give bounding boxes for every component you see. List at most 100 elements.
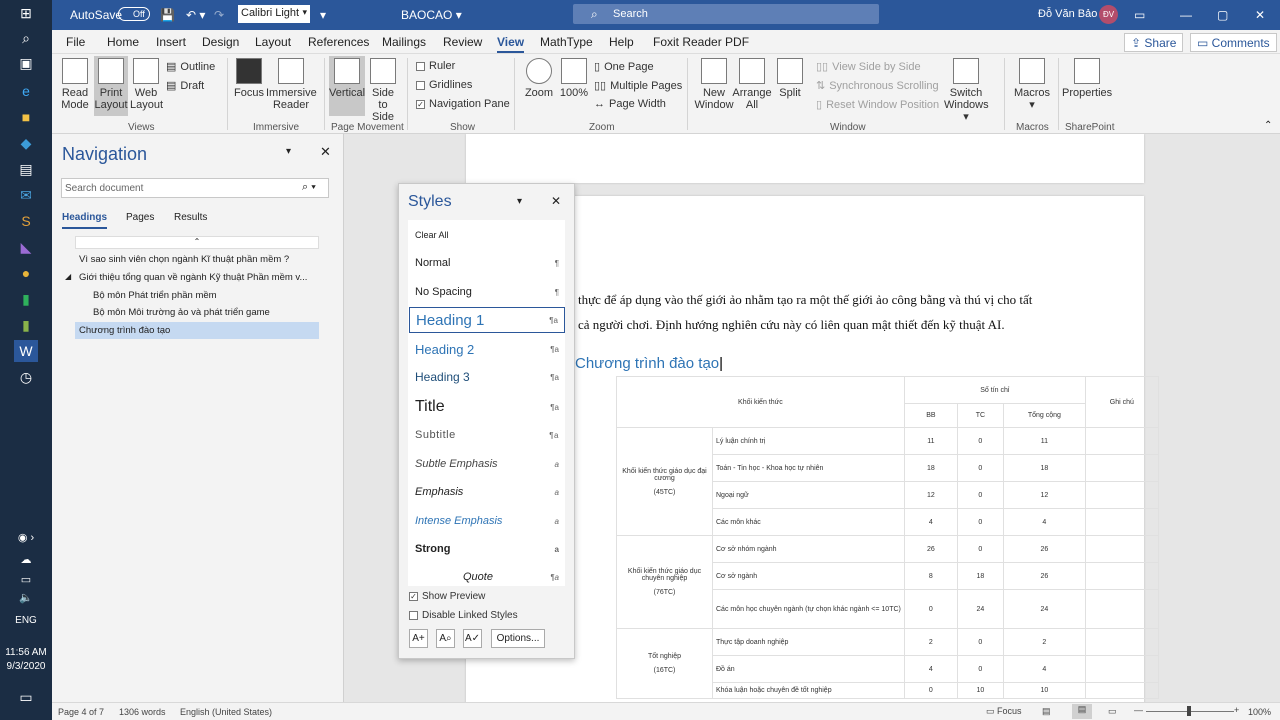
comments-button[interactable]: ▭ Comments — [1190, 33, 1277, 52]
zoom-slider-thumb[interactable] — [1187, 706, 1191, 716]
style-normal[interactable]: Normal ¶ — [409, 250, 565, 276]
outline-button[interactable]: ▤ Outline — [166, 60, 215, 74]
zoom-in-icon[interactable]: + — [1234, 705, 1239, 715]
draft-button[interactable]: ▤ Draft — [166, 79, 204, 93]
volume-icon[interactable]: 🔈 — [14, 586, 38, 608]
styles-options-icon[interactable]: ▾ — [517, 196, 522, 207]
options-button[interactable]: Options... — [491, 629, 545, 648]
nav-tab-pages[interactable]: Pages — [126, 212, 154, 223]
tab-review[interactable]: Review — [443, 35, 482, 49]
tab-insert[interactable]: Insert — [156, 35, 186, 49]
tab-mailings[interactable]: Mailings — [382, 35, 426, 49]
nav-tab-results[interactable]: Results — [174, 212, 207, 223]
list-item[interactable]: Bộ môn Phát triển phần mềm — [93, 290, 217, 301]
side-to-side-button[interactable]: Side to Side — [366, 58, 400, 123]
clock-app-icon[interactable]: ◷ — [14, 366, 38, 388]
show-preview-checkbox[interactable]: ✓ Show Preview — [409, 591, 485, 602]
ruler-checkbox[interactable]: Ruler — [416, 60, 455, 72]
print-layout-button[interactable]: Print Layout — [94, 56, 128, 116]
expand-icon[interactable]: ◢ — [65, 272, 71, 281]
style-emphasis[interactable]: Emphasis a — [409, 479, 565, 505]
zoom-100-button[interactable]: 100% — [558, 58, 590, 99]
store-icon[interactable]: ▤ — [14, 158, 38, 180]
page-width-button[interactable]: ↔ Page Width — [594, 98, 666, 110]
tab-foxit[interactable]: Foxit Reader PDF — [653, 35, 749, 49]
web-layout-icon[interactable]: ▭ — [1108, 706, 1117, 717]
list-item[interactable]: Bộ môn Môi trường ảo và phát triển game — [93, 307, 270, 318]
new-window-button[interactable]: New Window — [694, 58, 734, 111]
manage-styles-icon[interactable]: A✓ — [463, 629, 482, 648]
avatar[interactable]: ĐV — [1099, 5, 1118, 24]
vertical-button[interactable]: Vertical — [329, 56, 365, 116]
list-item[interactable]: Vì sao sinh viên chọn ngành Kĩ thuật phầ… — [79, 254, 289, 265]
style-clear-all[interactable]: Clear All — [409, 222, 565, 248]
search-box[interactable]: ⌕ Search — [573, 4, 879, 24]
list-item[interactable]: Chương trình đào tạo — [75, 322, 319, 339]
save-icon[interactable]: 💾 — [160, 8, 175, 22]
nav-collapse-bar[interactable]: ⌃ — [75, 236, 319, 249]
focus-button[interactable]: Focus — [234, 58, 264, 99]
tab-design[interactable]: Design — [202, 35, 239, 49]
undo-icon[interactable]: ↶ ▾ — [186, 8, 205, 22]
macros-button[interactable]: Macros ▾ — [1012, 58, 1052, 111]
clock-time[interactable]: 11:56 AM — [0, 646, 52, 659]
share-button[interactable]: ⇪ Share — [1124, 33, 1184, 52]
style-inspector-icon[interactable]: A⌕ — [436, 629, 455, 648]
style-subtitle[interactable]: Subtitle ¶a — [409, 422, 565, 448]
style-heading-2[interactable]: Heading 2 ¶a — [409, 336, 565, 362]
style-heading-3[interactable]: Heading 3 ¶a — [409, 364, 565, 390]
switch-windows-button[interactable]: Switch Windows ▾ — [944, 58, 989, 123]
notepad-icon[interactable]: ▮ — [14, 288, 38, 310]
focus-mode-button[interactable]: ▭ Focus — [986, 706, 1022, 717]
task-view-icon[interactable]: ▣ — [14, 52, 38, 74]
arrange-all-button[interactable]: Arrange All — [732, 58, 772, 111]
document-title[interactable]: BAOCAO ▾ — [401, 8, 462, 22]
multiple-pages-button[interactable]: ▯▯ Multiple Pages — [594, 79, 682, 93]
tab-view[interactable]: View — [497, 35, 525, 53]
notification-icon[interactable]: ▭ — [14, 686, 38, 708]
gridlines-checkbox[interactable]: Gridlines — [416, 79, 472, 91]
nav-search-input[interactable]: Search document ⌕ ▾ — [61, 178, 329, 198]
style-no-spacing[interactable]: No Spacing ¶ — [409, 279, 565, 305]
print-layout-icon[interactable]: ▤ — [1072, 704, 1092, 719]
visual-studio-icon[interactable]: ◣ — [14, 236, 38, 258]
styles-close-icon[interactable]: ✕ — [551, 194, 561, 208]
read-mode-icon[interactable]: ▤ — [1042, 706, 1051, 717]
search-icon[interactable]: ⌕ ▾ — [302, 181, 316, 194]
view-side-by-side-button[interactable]: ▯▯ View Side by Side — [816, 60, 921, 74]
word-count[interactable]: 1306 words — [119, 707, 166, 717]
sublime-icon[interactable]: S — [14, 210, 38, 232]
close-icon[interactable]: ✕ — [1255, 8, 1265, 22]
navigation-pane-checkbox[interactable]: ✓ Navigation Pane — [416, 98, 510, 110]
start-icon[interactable]: ⊞ — [14, 2, 38, 24]
tab-home[interactable]: Home — [107, 35, 139, 49]
lang-indicator[interactable]: ENG — [0, 614, 52, 627]
nav-tab-headings[interactable]: Headings — [62, 212, 108, 229]
minimize-icon[interactable]: — — [1180, 8, 1192, 22]
tab-mathtype[interactable]: MathType — [540, 35, 593, 49]
language-status[interactable]: English (United States) — [180, 707, 272, 717]
style-heading-1[interactable]: Heading 1 ¶a — [409, 307, 565, 333]
split-button[interactable]: Split — [774, 58, 806, 99]
nav-close-icon[interactable]: ✕ — [320, 144, 331, 160]
style-title[interactable]: Title ¶a — [409, 394, 565, 420]
immersive-reader-button[interactable]: Immersive Reader — [266, 58, 317, 111]
tray-icons[interactable]: ◉ › — [14, 526, 38, 548]
autosave-toggle[interactable]: Off — [118, 7, 150, 21]
synchronous-scrolling-button[interactable]: ⇅ Synchronous Scrolling — [816, 79, 939, 93]
font-name-field[interactable]: Calibri Light ▾ — [238, 5, 310, 23]
style-quote[interactable]: Quote ¶a — [409, 564, 565, 590]
collapse-ribbon-icon[interactable]: ⌃ — [1264, 120, 1272, 131]
folder-icon[interactable]: ■ — [14, 106, 38, 128]
tab-file[interactable]: File — [66, 35, 85, 49]
redo-icon[interactable]: ↷ — [214, 8, 224, 22]
edge-icon[interactable]: e — [14, 80, 38, 102]
user-name[interactable]: Đỗ Văn Bảo — [1038, 8, 1097, 20]
web-layout-button[interactable]: Web Layout — [130, 58, 163, 111]
tab-layout[interactable]: Layout — [255, 35, 291, 49]
zoom-level[interactable]: 100% — [1248, 707, 1271, 717]
page-count[interactable]: Page 4 of 7 — [58, 707, 104, 717]
style-intense-emphasis[interactable]: Intense Emphasis a — [409, 508, 565, 534]
vscode-icon[interactable]: ◆ — [14, 132, 38, 154]
customize-qat-icon[interactable]: ▾ — [320, 8, 326, 22]
